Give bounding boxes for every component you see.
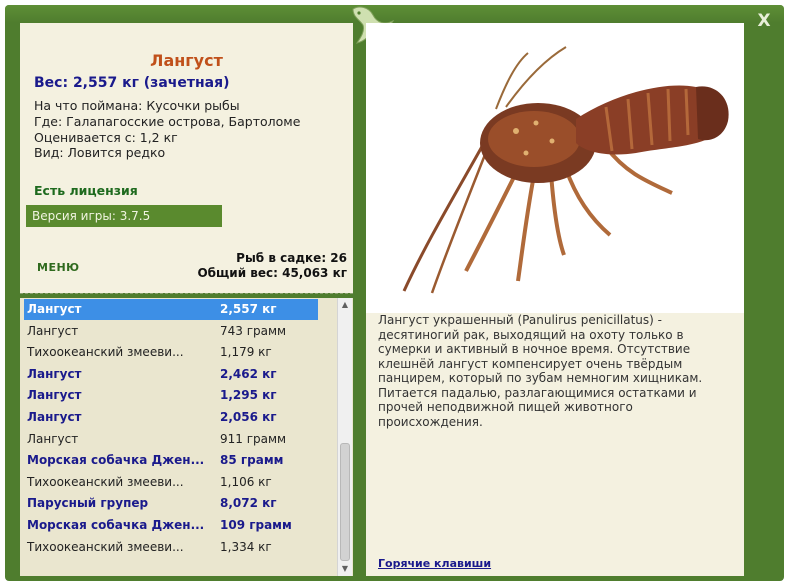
catch-fish-weight: 2,557 кг — [220, 302, 277, 316]
catch-list-row[interactable]: Лангуст 2,557 кг — [24, 299, 318, 320]
chevron-down-icon[interactable]: ▼ — [338, 562, 352, 576]
catch-fish-name: Лангуст — [27, 366, 82, 381]
hotkeys-link[interactable]: Горячие клавиши — [378, 557, 491, 570]
catch-fish-weight: 85 грамм — [220, 453, 284, 468]
catch-fish-name: Тихоокеанский змееви... — [27, 474, 184, 489]
catch-fish-weight: 1,179 кг — [220, 345, 272, 360]
license-status: Есть лицензия — [34, 183, 138, 198]
valued-from-info: Оценивается с: 1,2 кг — [34, 130, 178, 145]
catch-list-rows: Лангуст 2,557 кг Лангуст 743 грамм Тихоокеан… — [20, 298, 337, 576]
catch-list: Лангуст 2,557 кг Лангуст 743 грамм Тихоокеан… — [20, 298, 353, 576]
catch-list-row[interactable]: Лангуст 743 грамм — [24, 321, 318, 342]
dialog-frame: X Лангуст Вес: 2,557 кг (зачетная) На чт… — [5, 5, 784, 581]
catch-list-row[interactable]: Парусный групер 8,072 кг — [24, 493, 318, 514]
catch-fish-name: Лангуст — [27, 410, 82, 424]
total-weight: Общий вес: 45,063 кг — [197, 266, 347, 280]
fish-description: Лангуст украшенный (Panulirus penicillat… — [378, 313, 703, 429]
catch-fish-name: Тихоокеанский змееви... — [27, 345, 184, 360]
catch-fish-weight: 1,106 кг — [220, 474, 272, 489]
bait-info: На что поймана: Кусочки рыбы — [34, 98, 240, 113]
catch-fish-name: Морская собачка Джен... — [27, 453, 205, 468]
catch-fish-weight: 743 грамм — [220, 323, 287, 338]
catch-fish-name: Морская собачка Джен... — [27, 518, 205, 532]
chevron-up-icon[interactable]: ▲ — [338, 298, 352, 312]
catch-fish-weight: 2,056 кг — [220, 410, 277, 424]
catch-fish-name: Лангуст — [27, 302, 82, 316]
catch-list-row[interactable]: Тихоокеанский змееви... 1,179 кг — [24, 342, 318, 363]
kind-info: Вид: Ловится редко — [34, 145, 166, 160]
location-info: Где: Галапагосские острова, Бартоломе — [34, 114, 301, 129]
catch-fish-weight: 2,462 кг — [220, 366, 277, 381]
close-button[interactable]: X — [753, 11, 775, 31]
fish-detail-panel: Лангуст украшенный (Panulirus penicillat… — [366, 23, 744, 576]
catch-list-row[interactable]: Морская собачка Джен... 85 грамм — [24, 450, 318, 471]
catch-fish-name: Парусный групер — [27, 496, 149, 511]
menu-button[interactable]: МЕНЮ — [37, 261, 80, 274]
catch-list-row[interactable]: Морская собачка Джен... 109 грамм — [24, 515, 318, 536]
scroll-thumb[interactable] — [340, 443, 350, 561]
catch-fish-name: Лангуст — [27, 323, 79, 338]
catch-list-row[interactable]: Лангуст 911 грамм — [24, 429, 318, 450]
fish-title: Лангуст — [150, 51, 223, 70]
list-scrollbar[interactable]: ▲ ▼ — [337, 298, 352, 576]
catch-fish-weight: 109 грамм — [220, 518, 292, 532]
game-version-bar: Версия игры: 3.7.5 — [26, 205, 222, 227]
catch-list-row[interactable]: Тихоокеанский змееви... 1,106 кг — [24, 472, 318, 493]
catch-list-row[interactable]: Лангуст 2,056 кг — [24, 407, 318, 428]
catch-fish-weight: 8,072 кг — [220, 496, 277, 511]
catch-fish-weight: 911 грамм — [220, 431, 287, 446]
catch-list-row[interactable]: Тихоокеанский змееви... 1,334 кг — [24, 537, 318, 558]
lobster-image — [366, 23, 744, 313]
fish-weight: Вес: 2,557 кг (зачетная) — [34, 75, 230, 91]
catch-fish-weight: 1,295 кг — [220, 388, 277, 403]
catch-list-row[interactable]: Лангуст 2,462 кг — [24, 364, 318, 385]
catch-list-row[interactable]: Лангуст 1,295 кг — [24, 385, 318, 406]
catch-fish-name: Лангуст — [27, 388, 82, 403]
fish-info-panel: Лангуст Вес: 2,557 кг (зачетная) На что … — [20, 23, 353, 293]
panel-divider — [20, 293, 353, 296]
catch-fish-name: Лангуст — [27, 431, 79, 446]
fish-in-net-count: Рыб в садке: 26 — [236, 251, 347, 265]
catch-fish-name: Тихоокеанский змееви... — [27, 539, 184, 554]
catch-fish-weight: 1,334 кг — [220, 539, 272, 554]
